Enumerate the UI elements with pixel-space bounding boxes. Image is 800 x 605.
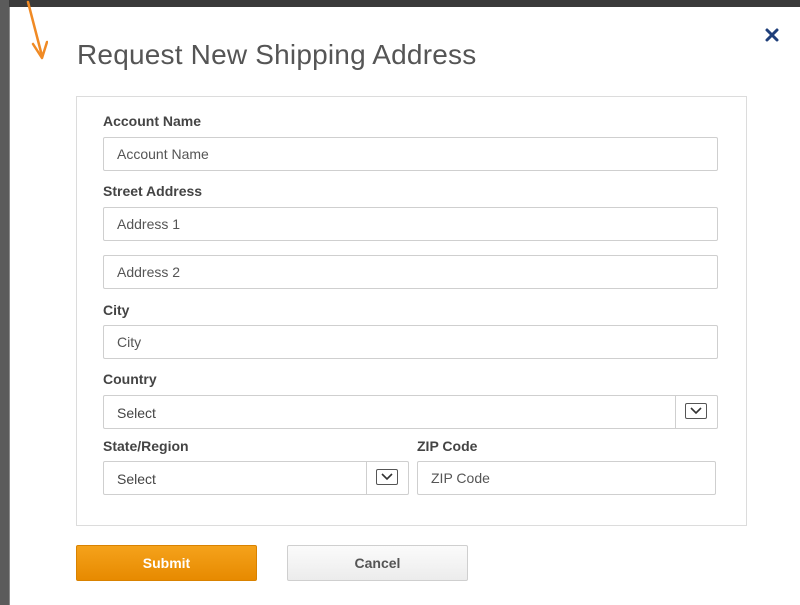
country-label: Country (103, 371, 157, 387)
submit-button[interactable]: Submit (76, 545, 257, 581)
country-dropdown-toggle[interactable] (675, 396, 717, 428)
account-name-field[interactable] (103, 137, 718, 171)
zip-code-field[interactable] (417, 461, 716, 495)
state-region-select[interactable]: Select (103, 461, 409, 495)
zip-code-label: ZIP Code (417, 438, 478, 454)
background-window-top (9, 0, 800, 7)
state-region-label: State/Region (103, 438, 189, 454)
state-region-dropdown-toggle[interactable] (366, 462, 408, 494)
country-select[interactable]: Select (103, 395, 718, 429)
city-field[interactable] (103, 325, 718, 359)
state-region-selected-value: Select (117, 471, 156, 487)
close-button[interactable] (764, 27, 780, 43)
city-label: City (103, 302, 130, 318)
address2-field[interactable] (103, 255, 718, 289)
country-selected-value: Select (117, 405, 156, 421)
account-name-label: Account Name (103, 113, 202, 129)
cancel-button[interactable]: Cancel (287, 545, 468, 581)
chevron-down-icon (685, 403, 707, 419)
background-window-edge (0, 0, 10, 605)
dialog-title: Request New Shipping Address (77, 39, 477, 70)
street-address-label: Street Address (103, 183, 203, 199)
arrow-icon (26, 0, 48, 60)
chevron-down-icon (376, 469, 398, 485)
close-icon (765, 28, 779, 42)
address1-field[interactable] (103, 207, 718, 241)
